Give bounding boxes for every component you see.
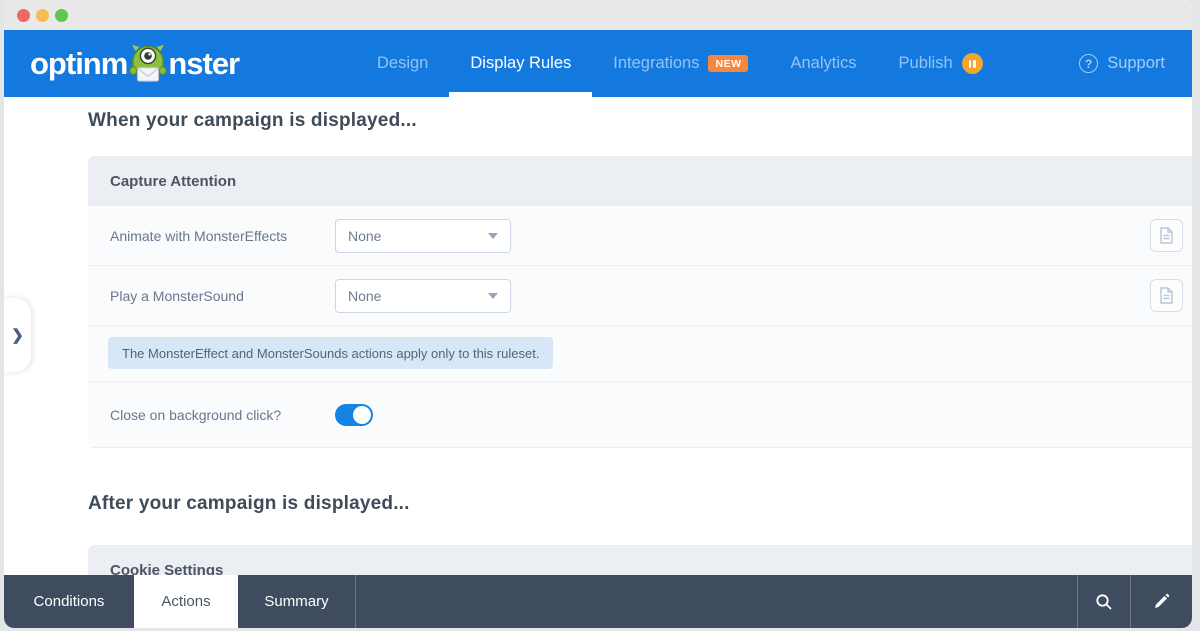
display-rules-content: When your campaign is displayed... Captu… [4, 97, 1192, 575]
main-nav: Design Display Rules Integrations NEW An… [356, 30, 1004, 97]
nav-label-display-rules: Display Rules [470, 54, 572, 72]
monstersound-doc-button[interactable] [1150, 279, 1183, 312]
support-label: Support [1107, 54, 1165, 72]
card-title-capture-attention: Capture Attention [88, 156, 1192, 206]
nav-label-integrations: Integrations [613, 54, 700, 72]
nav-label-design: Design [377, 54, 429, 72]
optinmonster-logo[interactable]: optinm nster [30, 30, 240, 97]
background-click-row: Close on background click? [88, 382, 1192, 448]
monstersound-select[interactable]: None [335, 278, 511, 313]
monstereffects-select-value: None [348, 227, 382, 244]
document-icon [1160, 227, 1173, 244]
document-icon [1160, 287, 1173, 304]
top-navbar: optinm nster Design Display Rules Integr… [4, 30, 1192, 97]
card-title-cookie-settings: Cookie Settings [88, 545, 1192, 575]
footer-tab-actions[interactable]: Actions [134, 575, 238, 628]
footer-tab-conditions-label: Conditions [33, 593, 105, 610]
background-click-label: Close on background click? [110, 406, 282, 423]
nav-tab-analytics[interactable]: Analytics [769, 30, 877, 97]
footer-tab-actions-label: Actions [161, 593, 211, 610]
monstersound-row: Play a MonsterSound None [88, 266, 1192, 326]
monster-mascot-icon [129, 42, 167, 94]
footer-tab-summary[interactable]: Summary [238, 575, 356, 628]
search-button[interactable] [1077, 575, 1130, 628]
pause-status-icon [961, 53, 983, 74]
pencil-icon [1155, 593, 1170, 608]
ruleset-note-row: The MonsterEffect and MonsterSounds acti… [88, 326, 1192, 382]
fullscreen-window-icon[interactable] [55, 8, 68, 22]
monstereffects-row: Animate with MonsterEffects None [88, 206, 1192, 266]
monstersound-label: Play a MonsterSound [110, 287, 244, 304]
monstersound-row-actions [1150, 279, 1192, 312]
monstereffects-select[interactable]: None [335, 218, 511, 253]
footer-tab-summary-label: Summary [264, 593, 329, 610]
nav-label-analytics: Analytics [790, 54, 857, 72]
logo-text-prefix: optinm [30, 45, 128, 81]
ruleset-note: The MonsterEffect and MonsterSounds acti… [108, 337, 554, 369]
footer-tab-conditions[interactable]: Conditions [4, 575, 134, 628]
background-click-toggle[interactable] [335, 403, 373, 426]
nav-tab-display-rules[interactable]: Display Rules [449, 30, 593, 97]
logo-text-suffix: nster [168, 45, 240, 81]
app-window: optinm nster Design Display Rules Integr… [4, 0, 1192, 628]
capture-attention-card: Capture Attention Animate with MonsterEf… [88, 156, 1192, 448]
nav-tab-integrations[interactable]: Integrations NEW [592, 30, 769, 97]
footer-spacer [356, 575, 1077, 628]
edit-button[interactable] [1130, 575, 1192, 628]
monstereffects-row-actions [1150, 219, 1192, 252]
monstersound-select-value: None [348, 287, 382, 304]
after-displayed-heading: After your campaign is displayed... [88, 493, 410, 514]
monstereffects-doc-button[interactable] [1150, 219, 1183, 252]
question-circle-icon: ? [1079, 54, 1099, 73]
minimize-window-icon[interactable] [36, 8, 49, 22]
chevron-down-icon [488, 232, 498, 239]
ruleset-footer-bar: Conditions Actions Summary [4, 575, 1192, 628]
monstereffects-label: Animate with MonsterEffects [110, 227, 288, 244]
support-link[interactable]: ? Support [1079, 30, 1165, 97]
new-badge: NEW [708, 55, 749, 72]
nav-tab-design[interactable]: Design [356, 30, 449, 97]
close-window-icon[interactable] [17, 8, 30, 22]
expand-sidebar-handle[interactable]: ❯ [4, 298, 31, 372]
nav-tab-publish[interactable]: Publish [878, 30, 1004, 97]
window-titlebar [4, 0, 1192, 30]
nav-label-publish: Publish [898, 54, 953, 72]
cookie-settings-card: Cookie Settings [88, 545, 1192, 575]
chevron-right-icon: ❯ [11, 327, 24, 344]
search-icon [1096, 593, 1112, 609]
when-displayed-heading: When your campaign is displayed... [88, 110, 417, 131]
chevron-down-icon [488, 292, 498, 299]
